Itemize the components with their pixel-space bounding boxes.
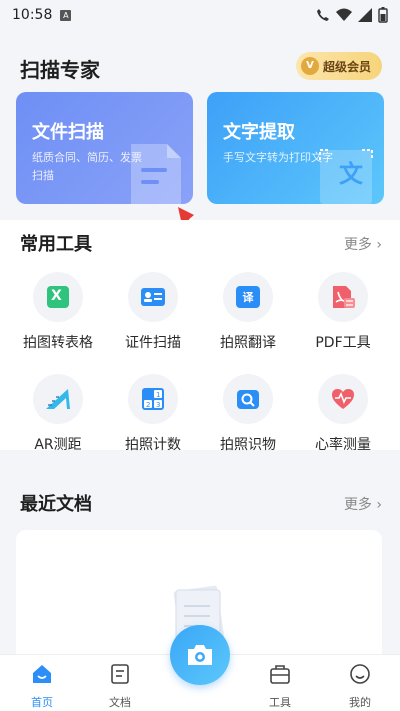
- nav-tools-label: 工具: [269, 696, 291, 709]
- svg-text:3: 3: [156, 401, 160, 409]
- battery-icon: [378, 7, 388, 23]
- file-scan-title: 文件扫描: [32, 122, 104, 143]
- tools-more-link[interactable]: 更多 ›: [344, 234, 382, 254]
- nav-mine-label: 我的: [349, 696, 371, 709]
- toolbox-icon: [270, 665, 290, 684]
- home-icon: [33, 665, 51, 683]
- document-list-icon: [111, 664, 129, 684]
- translate-icon: 译: [223, 272, 273, 322]
- search-object-icon: [223, 374, 273, 424]
- wifi-icon: [336, 8, 352, 21]
- recent-section-title: 最近文档: [20, 494, 92, 515]
- table-icon-letter: X: [51, 288, 62, 304]
- tool-label: 心率测量: [315, 437, 371, 453]
- recent-more-link[interactable]: 更多 ›: [344, 494, 382, 514]
- tool-photo-translate[interactable]: 译 拍照翻译: [198, 272, 298, 352]
- tool-pdf[interactable]: PDF工具: [293, 272, 393, 352]
- signal-icon: [358, 8, 372, 22]
- text-recognition-char: 文: [339, 160, 363, 188]
- camera-button[interactable]: [170, 625, 230, 685]
- document-icon: [131, 144, 181, 204]
- tool-photo-identify[interactable]: 拍照识物: [198, 374, 298, 454]
- tool-id-scan[interactable]: 证件扫描: [103, 272, 203, 352]
- text-extract-title: 文字提取: [223, 122, 295, 143]
- tool-heart-rate[interactable]: 心率测量: [293, 374, 393, 454]
- tool-label: PDF工具: [315, 335, 371, 351]
- tool-label: AR测距: [34, 437, 82, 453]
- id-card-icon: [128, 272, 178, 322]
- count-icon: 123: [128, 374, 178, 424]
- call-icon: [317, 9, 329, 21]
- tool-ar-measure[interactable]: AR测距: [8, 374, 108, 454]
- status-icons: [316, 7, 388, 23]
- nav-mine[interactable]: 我的: [330, 663, 390, 710]
- svg-text:1: 1: [156, 391, 160, 399]
- translate-icon-char: 译: [242, 291, 254, 304]
- svg-text:2: 2: [146, 401, 150, 409]
- pdf-icon: [318, 272, 368, 322]
- nav-docs[interactable]: 文档: [90, 663, 150, 710]
- vip-label: 超级会员: [323, 59, 372, 74]
- tools-section-title: 常用工具: [20, 234, 92, 255]
- heart-icon: [318, 374, 368, 424]
- text-extract-card[interactable]: 文字提取 手写文字转为打印文字 文: [207, 92, 384, 204]
- table-icon: X: [33, 272, 83, 322]
- ruler-icon: [33, 374, 83, 424]
- tool-label: 拍照翻译: [220, 335, 276, 351]
- nav-home-label: 首页: [31, 696, 53, 709]
- tool-photo-to-table[interactable]: X 拍图转表格: [8, 272, 108, 352]
- vip-crown-icon: V: [301, 57, 319, 75]
- tool-photo-count[interactable]: 123 拍照计数: [103, 374, 203, 454]
- nav-docs-label: 文档: [109, 696, 131, 709]
- nav-home[interactable]: 首页: [12, 663, 72, 710]
- tool-label: 拍照计数: [125, 437, 181, 453]
- tool-label: 拍图转表格: [23, 335, 93, 351]
- status-bar: 10:58 A: [0, 0, 400, 30]
- status-time: 10:58: [12, 7, 53, 23]
- app-title: 扫描专家: [20, 58, 100, 82]
- tool-label: 拍照识物: [220, 437, 276, 453]
- notification-icon: A: [60, 9, 72, 21]
- nav-tools[interactable]: 工具: [250, 663, 310, 710]
- camera-icon: [188, 645, 212, 665]
- profile-icon: [350, 664, 370, 684]
- vip-badge[interactable]: V 超级会员: [296, 52, 382, 80]
- file-scan-card[interactable]: 文件扫描 纸质合同、简历、发票扫描: [16, 92, 193, 204]
- tool-label: 证件扫描: [125, 335, 181, 351]
